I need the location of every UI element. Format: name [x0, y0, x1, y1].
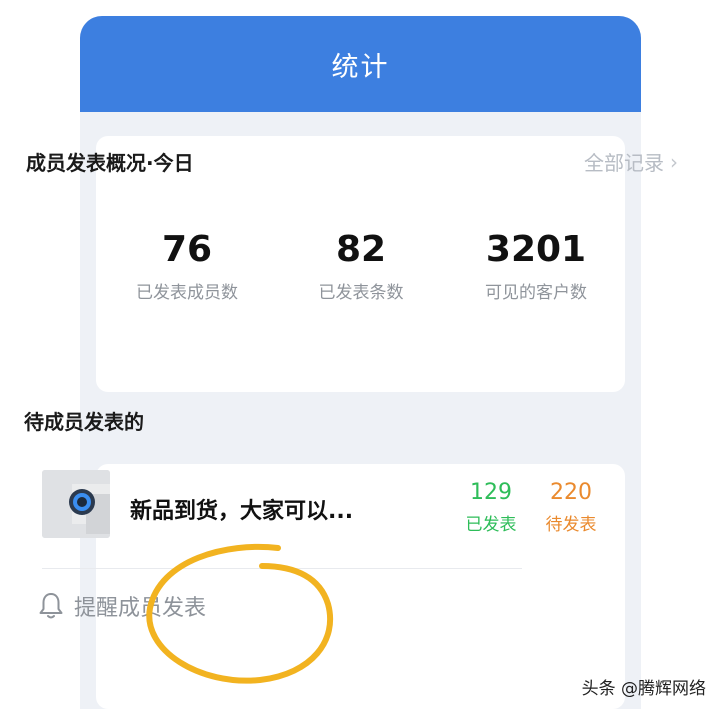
stat-visible-customers: 3201 可见的客户数 [451, 229, 621, 304]
pending-count: 220 [550, 480, 592, 505]
post-thumbnail[interactable] [42, 470, 110, 538]
remind-label: 提醒成员发表 [74, 596, 207, 621]
stats-title: 成员发表概况·今日 [26, 151, 194, 175]
app-header: 统计 [80, 16, 641, 112]
bell-icon [39, 593, 63, 619]
stat-published-members: 76 已发表成员数 [102, 229, 272, 304]
stat-label: 已发表条数 [318, 283, 404, 303]
page-title: 统计 [331, 51, 390, 83]
stat-label: 已发表成员数 [136, 283, 238, 303]
chevron-right-icon: › [670, 149, 678, 174]
stat-value: 3201 [485, 229, 587, 270]
thumbnail-image [42, 470, 110, 538]
published-count-block[interactable]: 129 已发表 [456, 480, 526, 535]
published-label: 已发表 [465, 515, 517, 535]
watermark-text: 头条 @腾辉网络 [581, 679, 706, 699]
stat-value: 76 [161, 229, 213, 270]
pending-count-block[interactable]: 220 待发表 [536, 480, 606, 535]
divider [42, 568, 522, 569]
all-records-link[interactable]: 全部记录 › [584, 147, 678, 176]
pending-label: 待发表 [545, 515, 597, 535]
remind-members-button[interactable]: 提醒成员发表 [38, 590, 206, 622]
stat-label: 可见的客户数 [485, 283, 587, 303]
stat-value: 82 [335, 229, 387, 270]
published-count: 129 [470, 480, 512, 505]
stat-published-posts: 82 已发表条数 [276, 229, 446, 304]
all-records-label: 全部记录 [584, 151, 664, 175]
pending-section-title: 待成员发表的 [24, 410, 144, 434]
post-title[interactable]: 新品到货，大家可以... [130, 493, 353, 525]
